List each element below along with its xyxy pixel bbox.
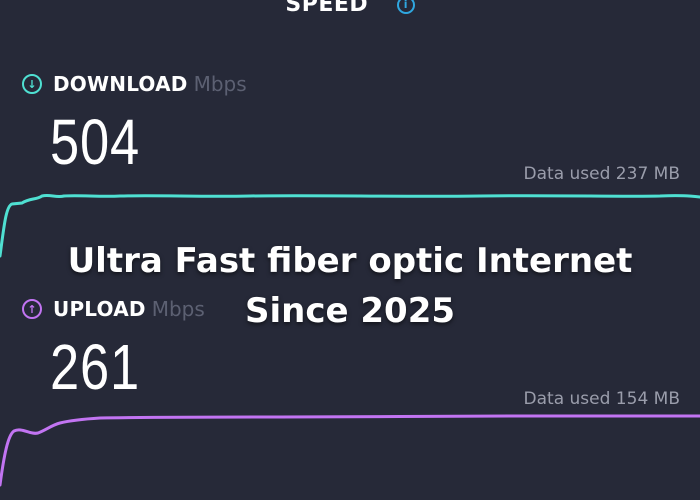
speed-title: SPEED [285, 0, 369, 17]
upload-speed-graph [0, 414, 700, 487]
download-data-used: Data used 237 MB [523, 164, 680, 184]
promo-caption-line2: Since 2025 [244, 291, 456, 331]
arrow-down-circle-icon: ↓ [22, 74, 42, 94]
download-header: ↓ DOWNLOAD Mbps [22, 72, 247, 96]
upload-graph-line [0, 414, 700, 487]
speed-header: SPEED i [0, 0, 700, 24]
promo-caption: Ultra Fast fiber optic Internet Since 20… [0, 236, 700, 336]
info-icon[interactable]: i [396, 0, 415, 14]
download-value: 504 [50, 106, 141, 178]
upload-value: 261 [50, 331, 141, 403]
download-label: DOWNLOAD [53, 72, 188, 96]
download-unit: Mbps [193, 72, 247, 96]
promo-caption-line1: Ultra Fast fiber optic Internet [67, 241, 633, 281]
